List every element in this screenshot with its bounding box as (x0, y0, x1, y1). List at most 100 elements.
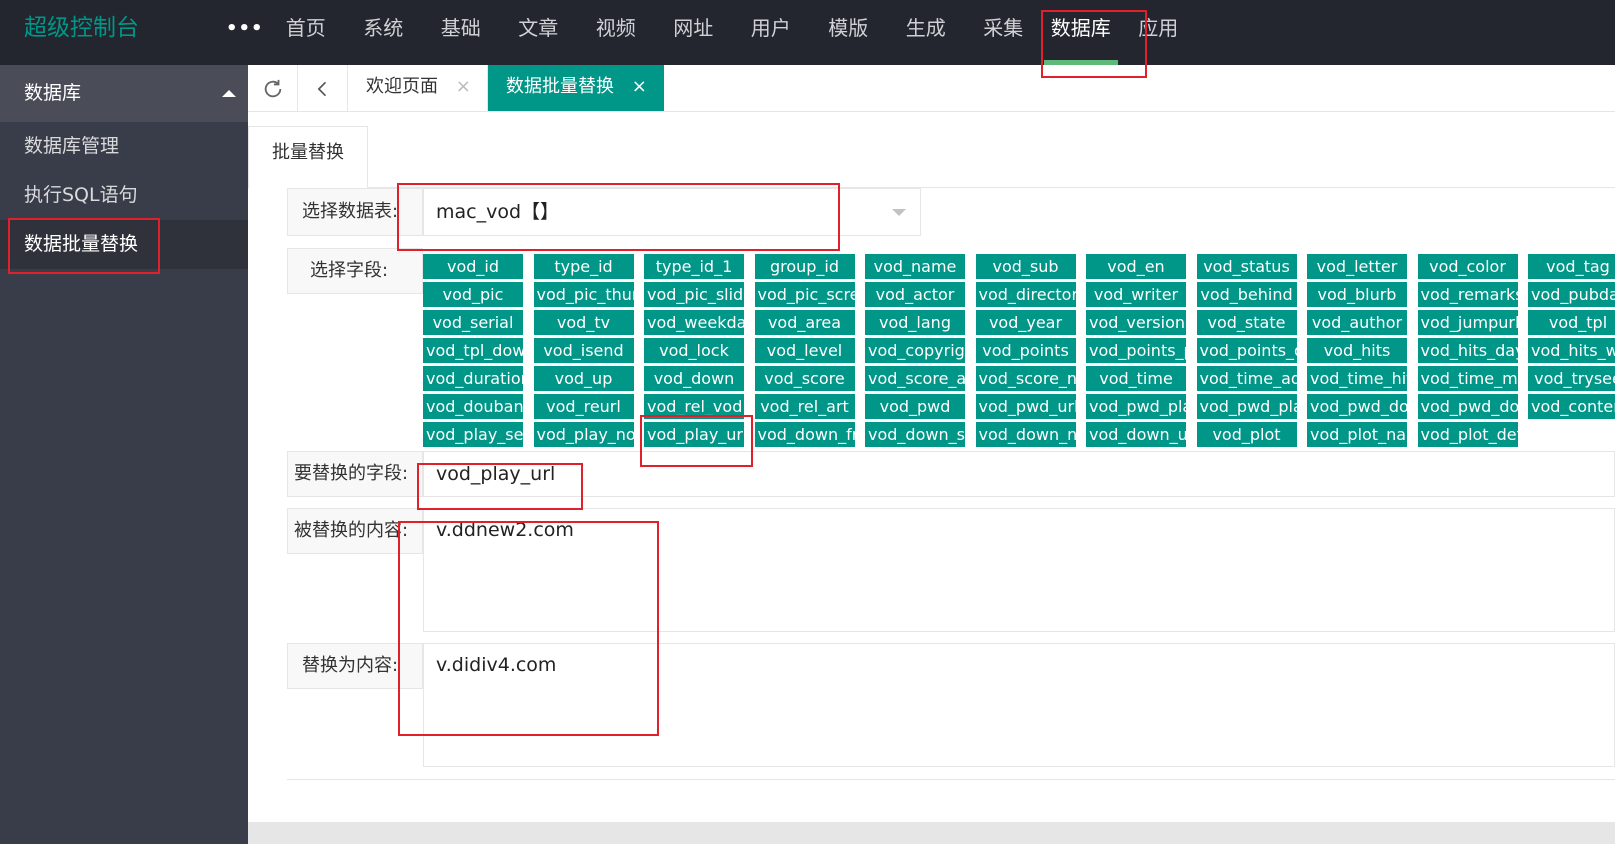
field-chip[interactable]: type_id_1 (644, 254, 744, 279)
table-select[interactable]: mac_vod【】 (423, 188, 921, 236)
field-chip[interactable]: vod_tpl (1528, 310, 1615, 335)
field-chip[interactable]: vod_plot_name (1307, 422, 1407, 447)
replace-content-textarea[interactable]: v.didiv4.com (423, 643, 1615, 767)
tab-batch-replace-form[interactable]: 批量替换 (248, 126, 368, 189)
field-chip[interactable]: vod_lock (644, 338, 744, 363)
nav-item-4[interactable]: 视频 (577, 0, 655, 65)
field-chip[interactable]: vod_pic (423, 282, 523, 307)
field-chip[interactable]: vod_blurb (1307, 282, 1407, 307)
field-chip[interactable]: vod_duration (423, 366, 523, 391)
field-chip[interactable]: vod_pwd_play (1086, 394, 1186, 419)
field-chip[interactable]: vod_copyright (865, 338, 965, 363)
field-chip[interactable]: vod_score_all (865, 366, 965, 391)
field-chip[interactable]: vod_en (1086, 254, 1186, 279)
field-chip[interactable]: vod_jumpurl (1417, 310, 1518, 335)
field-chip[interactable]: vod_behind (1196, 282, 1297, 307)
field-chip[interactable]: vod_plot_detail (1417, 422, 1518, 447)
field-chip[interactable]: vod_pic_thumb (533, 282, 634, 307)
nav-item-1[interactable]: 系统 (345, 0, 423, 65)
field-chip[interactable]: vod_color (1417, 254, 1518, 279)
field-chip[interactable]: vod_lang (865, 310, 965, 335)
field-chip[interactable]: vod_letter (1307, 254, 1407, 279)
close-icon[interactable]: × (456, 76, 471, 97)
field-chip[interactable]: vod_down_url (1086, 422, 1186, 447)
sidebar-group-database[interactable]: 数据库 (0, 65, 248, 122)
field-chip[interactable]: vod_pwd_down (1307, 394, 1407, 419)
field-chip[interactable]: vod_tag (1528, 254, 1615, 279)
field-chip[interactable]: vod_pic_screenshot (754, 282, 855, 307)
field-chip[interactable]: vod_year (975, 310, 1076, 335)
field-chip[interactable]: vod_points_down (1196, 338, 1297, 363)
field-chip[interactable]: vod_sub (975, 254, 1076, 279)
field-chip[interactable]: vod_down_note (975, 422, 1076, 447)
field-chip[interactable]: vod_score (754, 366, 855, 391)
field-chip[interactable]: vod_tpl_down (423, 338, 523, 363)
back-button[interactable] (298, 65, 348, 111)
field-chip[interactable]: vod_time_add (1196, 366, 1297, 391)
nav-item-2[interactable]: 基础 (422, 0, 500, 65)
field-chip[interactable]: vod_down_server (865, 422, 965, 447)
nav-item-10[interactable]: 数据库 (1042, 0, 1120, 65)
more-menu-icon[interactable]: ••• (226, 0, 264, 57)
field-chip[interactable]: vod_remarks (1417, 282, 1518, 307)
field-chip[interactable]: vod_level (754, 338, 855, 363)
field-chip[interactable]: vod_status (1196, 254, 1297, 279)
nav-item-0[interactable]: 首页 (267, 0, 345, 65)
field-chip[interactable]: vod_id (423, 254, 523, 279)
field-chip[interactable]: vod_pwd (865, 394, 965, 419)
field-chip[interactable]: vod_play_url (644, 422, 744, 447)
field-chip[interactable]: group_id (754, 254, 855, 279)
field-chip[interactable]: vod_hits (1307, 338, 1407, 363)
field-chip[interactable]: vod_time_hits (1307, 366, 1407, 391)
field-chip[interactable]: vod_up (533, 366, 634, 391)
field-chip[interactable]: vod_weekday (644, 310, 744, 335)
field-chip[interactable]: vod_isend (533, 338, 634, 363)
refresh-button[interactable] (248, 65, 298, 111)
field-chip[interactable]: vod_play_note (533, 422, 634, 447)
nav-item-11[interactable]: 应用 (1120, 0, 1198, 65)
tab-welcome[interactable]: 欢迎页面 × (348, 65, 488, 111)
field-chip[interactable]: vod_reurl (533, 394, 634, 419)
nav-item-6[interactable]: 用户 (732, 0, 810, 65)
field-chip[interactable]: vod_area (754, 310, 855, 335)
close-icon[interactable]: × (632, 76, 647, 97)
field-chip[interactable]: vod_down_from (754, 422, 855, 447)
search-content-textarea[interactable]: v.ddnew2.com (423, 508, 1615, 632)
field-chip[interactable]: vod_pic_slide (644, 282, 744, 307)
field-chip[interactable]: vod_time_make (1417, 366, 1518, 391)
field-chip[interactable]: vod_play_server (423, 422, 523, 447)
field-chip[interactable]: vod_hits_day (1417, 338, 1518, 363)
field-chip[interactable]: vod_points_play (1086, 338, 1186, 363)
field-chip[interactable]: vod_writer (1086, 282, 1186, 307)
field-chip[interactable]: vod_author (1307, 310, 1407, 335)
field-chip[interactable]: vod_state (1196, 310, 1297, 335)
field-chip[interactable]: vod_director (975, 282, 1076, 307)
sidebar-item-sql[interactable]: 执行SQL语句 (0, 171, 248, 220)
nav-item-5[interactable]: 网址 (655, 0, 733, 65)
field-chip[interactable]: vod_name (865, 254, 965, 279)
field-chip[interactable]: vod_content (1528, 394, 1615, 419)
field-chip[interactable]: vod_tv (533, 310, 634, 335)
nav-item-8[interactable]: 生成 (887, 0, 965, 65)
nav-item-3[interactable]: 文章 (500, 0, 578, 65)
field-chip[interactable]: type_id (533, 254, 634, 279)
field-chip[interactable]: vod_pubdate (1528, 282, 1615, 307)
app-logo[interactable]: 超级控制台 (24, 0, 139, 57)
tab-batch-replace[interactable]: 数据批量替换 × (488, 65, 664, 111)
replace-field-input[interactable]: vod_play_url (423, 451, 1615, 497)
sidebar-item-batch-replace[interactable]: 数据批量替换 (0, 220, 248, 269)
field-chip[interactable]: vod_version (1086, 310, 1186, 335)
field-chip[interactable]: vod_pwd_url (975, 394, 1076, 419)
nav-item-7[interactable]: 模版 (810, 0, 888, 65)
field-chip[interactable]: vod_pwd_play_url (1196, 394, 1297, 419)
field-chip[interactable]: vod_plot (1196, 422, 1297, 447)
field-chip[interactable]: vod_score_num (975, 366, 1076, 391)
field-chip[interactable]: vod_hits_week (1528, 338, 1615, 363)
field-chip[interactable]: vod_time (1086, 366, 1186, 391)
field-chip[interactable]: vod_points (975, 338, 1076, 363)
field-chip[interactable]: vod_pwd_down_url (1417, 394, 1518, 419)
field-chip[interactable]: vod_rel_vod (644, 394, 744, 419)
field-chip[interactable]: vod_rel_art (754, 394, 855, 419)
field-chip[interactable]: vod_serial (423, 310, 523, 335)
field-chip[interactable]: vod_douban_id (423, 394, 523, 419)
